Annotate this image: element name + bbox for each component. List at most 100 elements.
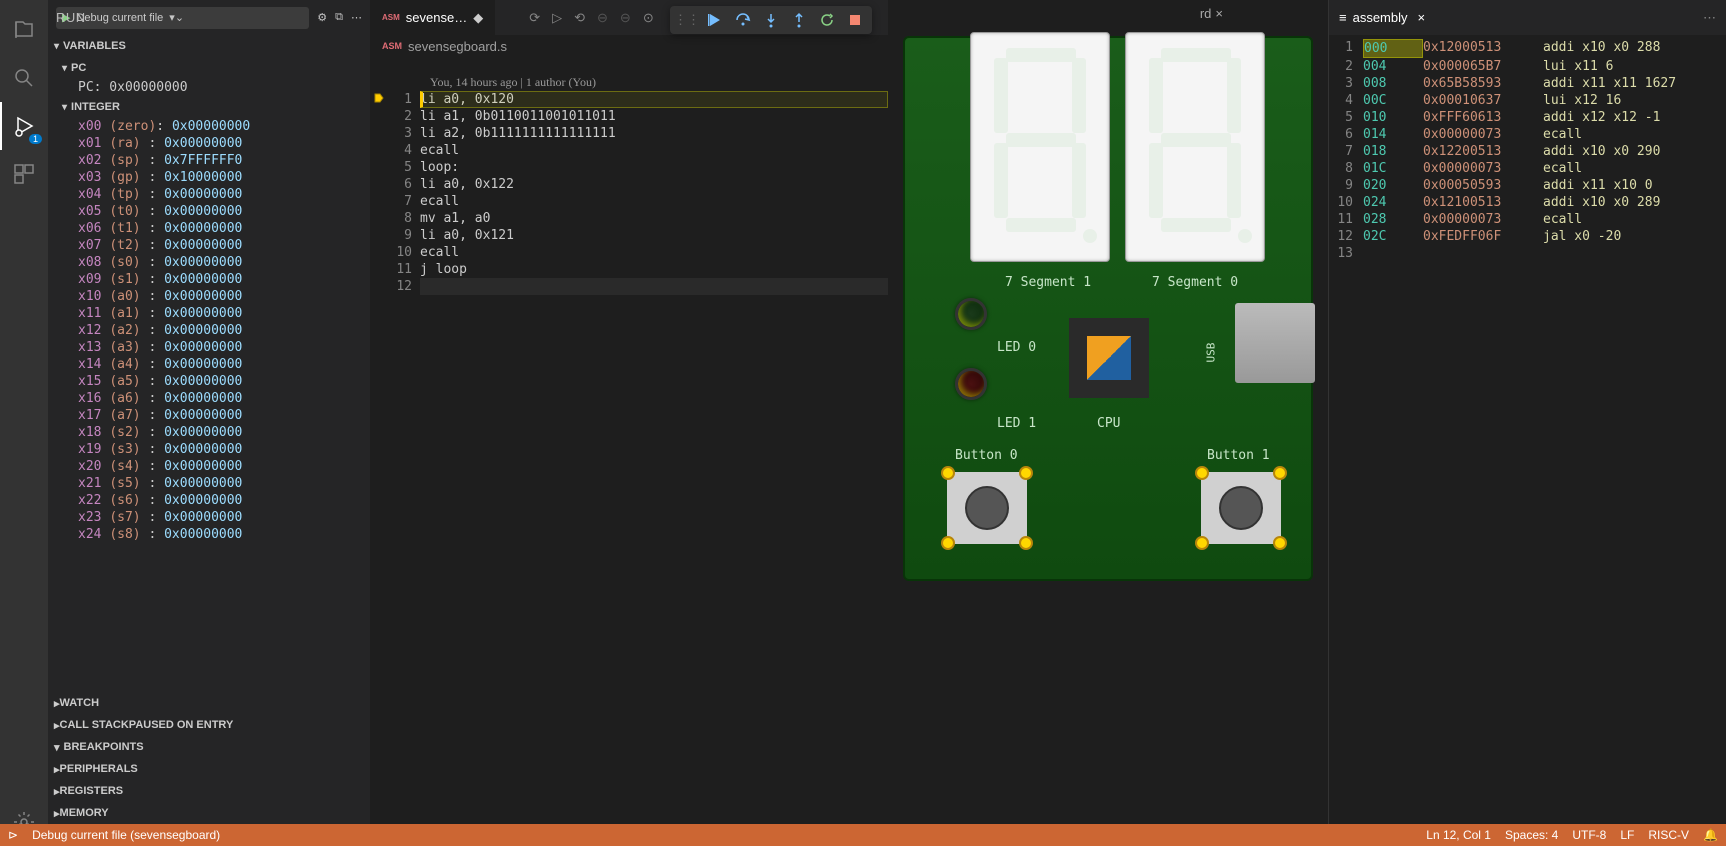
asm-row: 801C0x00000073ecall xyxy=(1329,160,1726,177)
editor-group: ⋮⋮ ASM sevense… ◆ ⟳ ▷ ⟲ ⊖ ⊖ ⊙ ASM sevens… xyxy=(370,0,888,846)
tab-modified-icon: ◆ xyxy=(473,10,483,26)
section-registers[interactable]: REGISTERS xyxy=(48,780,370,802)
led1-label: LED 1 xyxy=(997,416,1036,431)
toolbar-icon[interactable]: ⊖ xyxy=(614,10,637,26)
debug-status-icon[interactable]: ⊳ xyxy=(8,828,18,842)
more-icon[interactable]: ⋯ xyxy=(351,11,362,24)
toolbar-icon[interactable]: ⊙ xyxy=(637,10,660,26)
led-0 xyxy=(955,298,987,330)
debug-console-icon[interactable]: ⧉ xyxy=(335,11,343,24)
usb-port xyxy=(1235,303,1315,383)
seven-segment-1 xyxy=(970,32,1110,262)
led0-label: LED 0 xyxy=(997,340,1036,355)
debug-config-name: Debug current file xyxy=(76,12,163,24)
asm-row: 70180x12200513addi x10 x0 290 xyxy=(1329,143,1726,160)
section-variables[interactable]: VARIABLES xyxy=(48,35,370,57)
button-1[interactable] xyxy=(1201,472,1281,544)
close-icon[interactable]: × xyxy=(1215,6,1223,21)
close-icon[interactable]: × xyxy=(1418,10,1426,25)
asm-row: 1202C0xFEDFF06Fjal x0 -20 xyxy=(1329,228,1726,245)
debug-toolbar[interactable]: ⋮⋮ xyxy=(670,6,872,34)
section-peripherals[interactable]: PERIPHERALS xyxy=(48,758,370,780)
current-line-icon xyxy=(374,93,384,103)
asm-row: 30080x65B58593addi x11 x11 1627 xyxy=(1329,75,1726,92)
asm-row: 110280x00000073ecall xyxy=(1329,211,1726,228)
register-row: x20 (s4) : 0x00000000 xyxy=(48,458,370,475)
pc-value: PC: 0x00000000 xyxy=(48,79,370,96)
register-row: x22 (s6) : 0x00000000 xyxy=(48,492,370,509)
list-icon: ≡ xyxy=(1339,10,1347,25)
run-label: RUN xyxy=(56,10,86,25)
step-out-button[interactable] xyxy=(786,7,812,33)
assembly-tab[interactable]: ≡assembly× xyxy=(1339,10,1425,25)
toolbar-icon[interactable]: ⟲ xyxy=(568,10,591,26)
btn1-label: Button 1 xyxy=(1207,448,1270,463)
asm-row: 10000x12000513addi x10 x0 288 xyxy=(1329,39,1726,58)
board-preview: rd × 7 Segment 1 7 Segment 0 LED 0 LED 1… xyxy=(888,0,1328,846)
extensions-icon[interactable] xyxy=(0,150,48,198)
register-row: x15 (a5) : 0x00000000 xyxy=(48,373,370,390)
asm-icon: ASM xyxy=(382,41,402,51)
section-integer[interactable]: Integer xyxy=(48,96,370,118)
register-row: x06 (t1) : 0x00000000 xyxy=(48,220,370,237)
board-tab[interactable]: rd xyxy=(1200,6,1212,21)
section-watch[interactable]: WATCH xyxy=(48,692,370,714)
section-breakpoints[interactable]: BREAKPOINTS xyxy=(48,736,370,758)
cpu-chip xyxy=(1069,318,1149,398)
seg1-label: 7 Segment 1 xyxy=(1005,275,1091,290)
asm-row: 50100xFFF60613addi x12 x12 -1 xyxy=(1329,109,1726,126)
status-bar: ⊳ Debug current file (sevensegboard) Ln … xyxy=(0,824,1726,846)
register-row: x21 (s5) : 0x00000000 xyxy=(48,475,370,492)
status-lang[interactable]: RISC-V xyxy=(1648,828,1689,842)
status-lncol[interactable]: Ln 12, Col 1 xyxy=(1426,828,1491,842)
debug-config-dropdown[interactable]: ▶ Debug current file ⌄ xyxy=(56,7,309,29)
run-debug-icon[interactable]: 1 xyxy=(0,102,48,150)
grip-icon[interactable]: ⋮⋮ xyxy=(674,7,700,33)
register-row: x17 (a7) : 0x00000000 xyxy=(48,407,370,424)
toolbar-icon[interactable]: ▷ xyxy=(546,10,568,26)
explorer-icon[interactable] xyxy=(0,6,48,54)
register-row: x08 (s0) : 0x00000000 xyxy=(48,254,370,271)
button-0[interactable] xyxy=(947,472,1027,544)
register-row: x19 (s3) : 0x00000000 xyxy=(48,441,370,458)
status-eol[interactable]: LF xyxy=(1620,828,1634,842)
register-row: x07 (t2) : 0x00000000 xyxy=(48,237,370,254)
more-icon[interactable]: ⋯ xyxy=(1703,10,1716,26)
register-row: x12 (a2) : 0x00000000 xyxy=(48,322,370,339)
bell-icon[interactable]: 🔔 xyxy=(1703,828,1718,842)
gear-icon[interactable]: ⚙ xyxy=(317,11,327,24)
stop-button[interactable] xyxy=(842,7,868,33)
code-editor[interactable]: You, 14 hours ago | 1 author (You) 12345… xyxy=(370,57,888,846)
asm-row: 60140x00000073ecall xyxy=(1329,126,1726,143)
editor-tab-sevenseg[interactable]: ASM sevense… ◆ xyxy=(370,0,495,35)
codelens[interactable]: You, 14 hours ago | 1 author (You) xyxy=(430,75,596,90)
breadcrumb[interactable]: ASM sevensegboard.s xyxy=(370,35,888,57)
toolbar-icon[interactable]: ⟳ xyxy=(523,10,546,26)
run-sidebar: RUN ▶ Debug current file ⌄ ⚙ ⧉ ⋯ VARIABL… xyxy=(48,0,370,846)
register-row: x24 (s8) : 0x00000000 xyxy=(48,526,370,543)
search-icon[interactable] xyxy=(0,54,48,102)
status-spaces[interactable]: Spaces: 4 xyxy=(1505,828,1558,842)
asm-icon: ASM xyxy=(382,13,400,22)
step-over-button[interactable] xyxy=(730,7,756,33)
asm-row: 20040x000065B7lui x11 6 xyxy=(1329,58,1726,75)
status-encoding[interactable]: UTF-8 xyxy=(1572,828,1606,842)
register-row: x18 (s2) : 0x00000000 xyxy=(48,424,370,441)
section-memory[interactable]: MEMORY xyxy=(48,802,370,824)
section-callstack[interactable]: CALL STACKPAUSED ON ENTRY xyxy=(48,714,370,736)
asm-row: 400C0x00010637lui x12 16 xyxy=(1329,92,1726,109)
led-1 xyxy=(955,368,987,400)
toolbar-icon[interactable]: ⊖ xyxy=(591,10,614,26)
assembly-panel: ≡assembly× ⋯ 10000x12000513addi x10 x0 2… xyxy=(1328,0,1726,846)
cpu-label: CPU xyxy=(1097,416,1120,431)
continue-button[interactable] xyxy=(702,7,728,33)
step-into-button[interactable] xyxy=(758,7,784,33)
usb-label: USB xyxy=(1204,343,1217,363)
register-row: x11 (a1) : 0x00000000 xyxy=(48,305,370,322)
debug-status[interactable]: Debug current file (sevensegboard) xyxy=(32,828,220,842)
restart-button[interactable] xyxy=(814,7,840,33)
section-pc[interactable]: PC xyxy=(48,57,370,79)
register-row: x00 (zero): 0x00000000 xyxy=(48,118,370,135)
register-row: x03 (gp) : 0x10000000 xyxy=(48,169,370,186)
register-row: x14 (a4) : 0x00000000 xyxy=(48,356,370,373)
